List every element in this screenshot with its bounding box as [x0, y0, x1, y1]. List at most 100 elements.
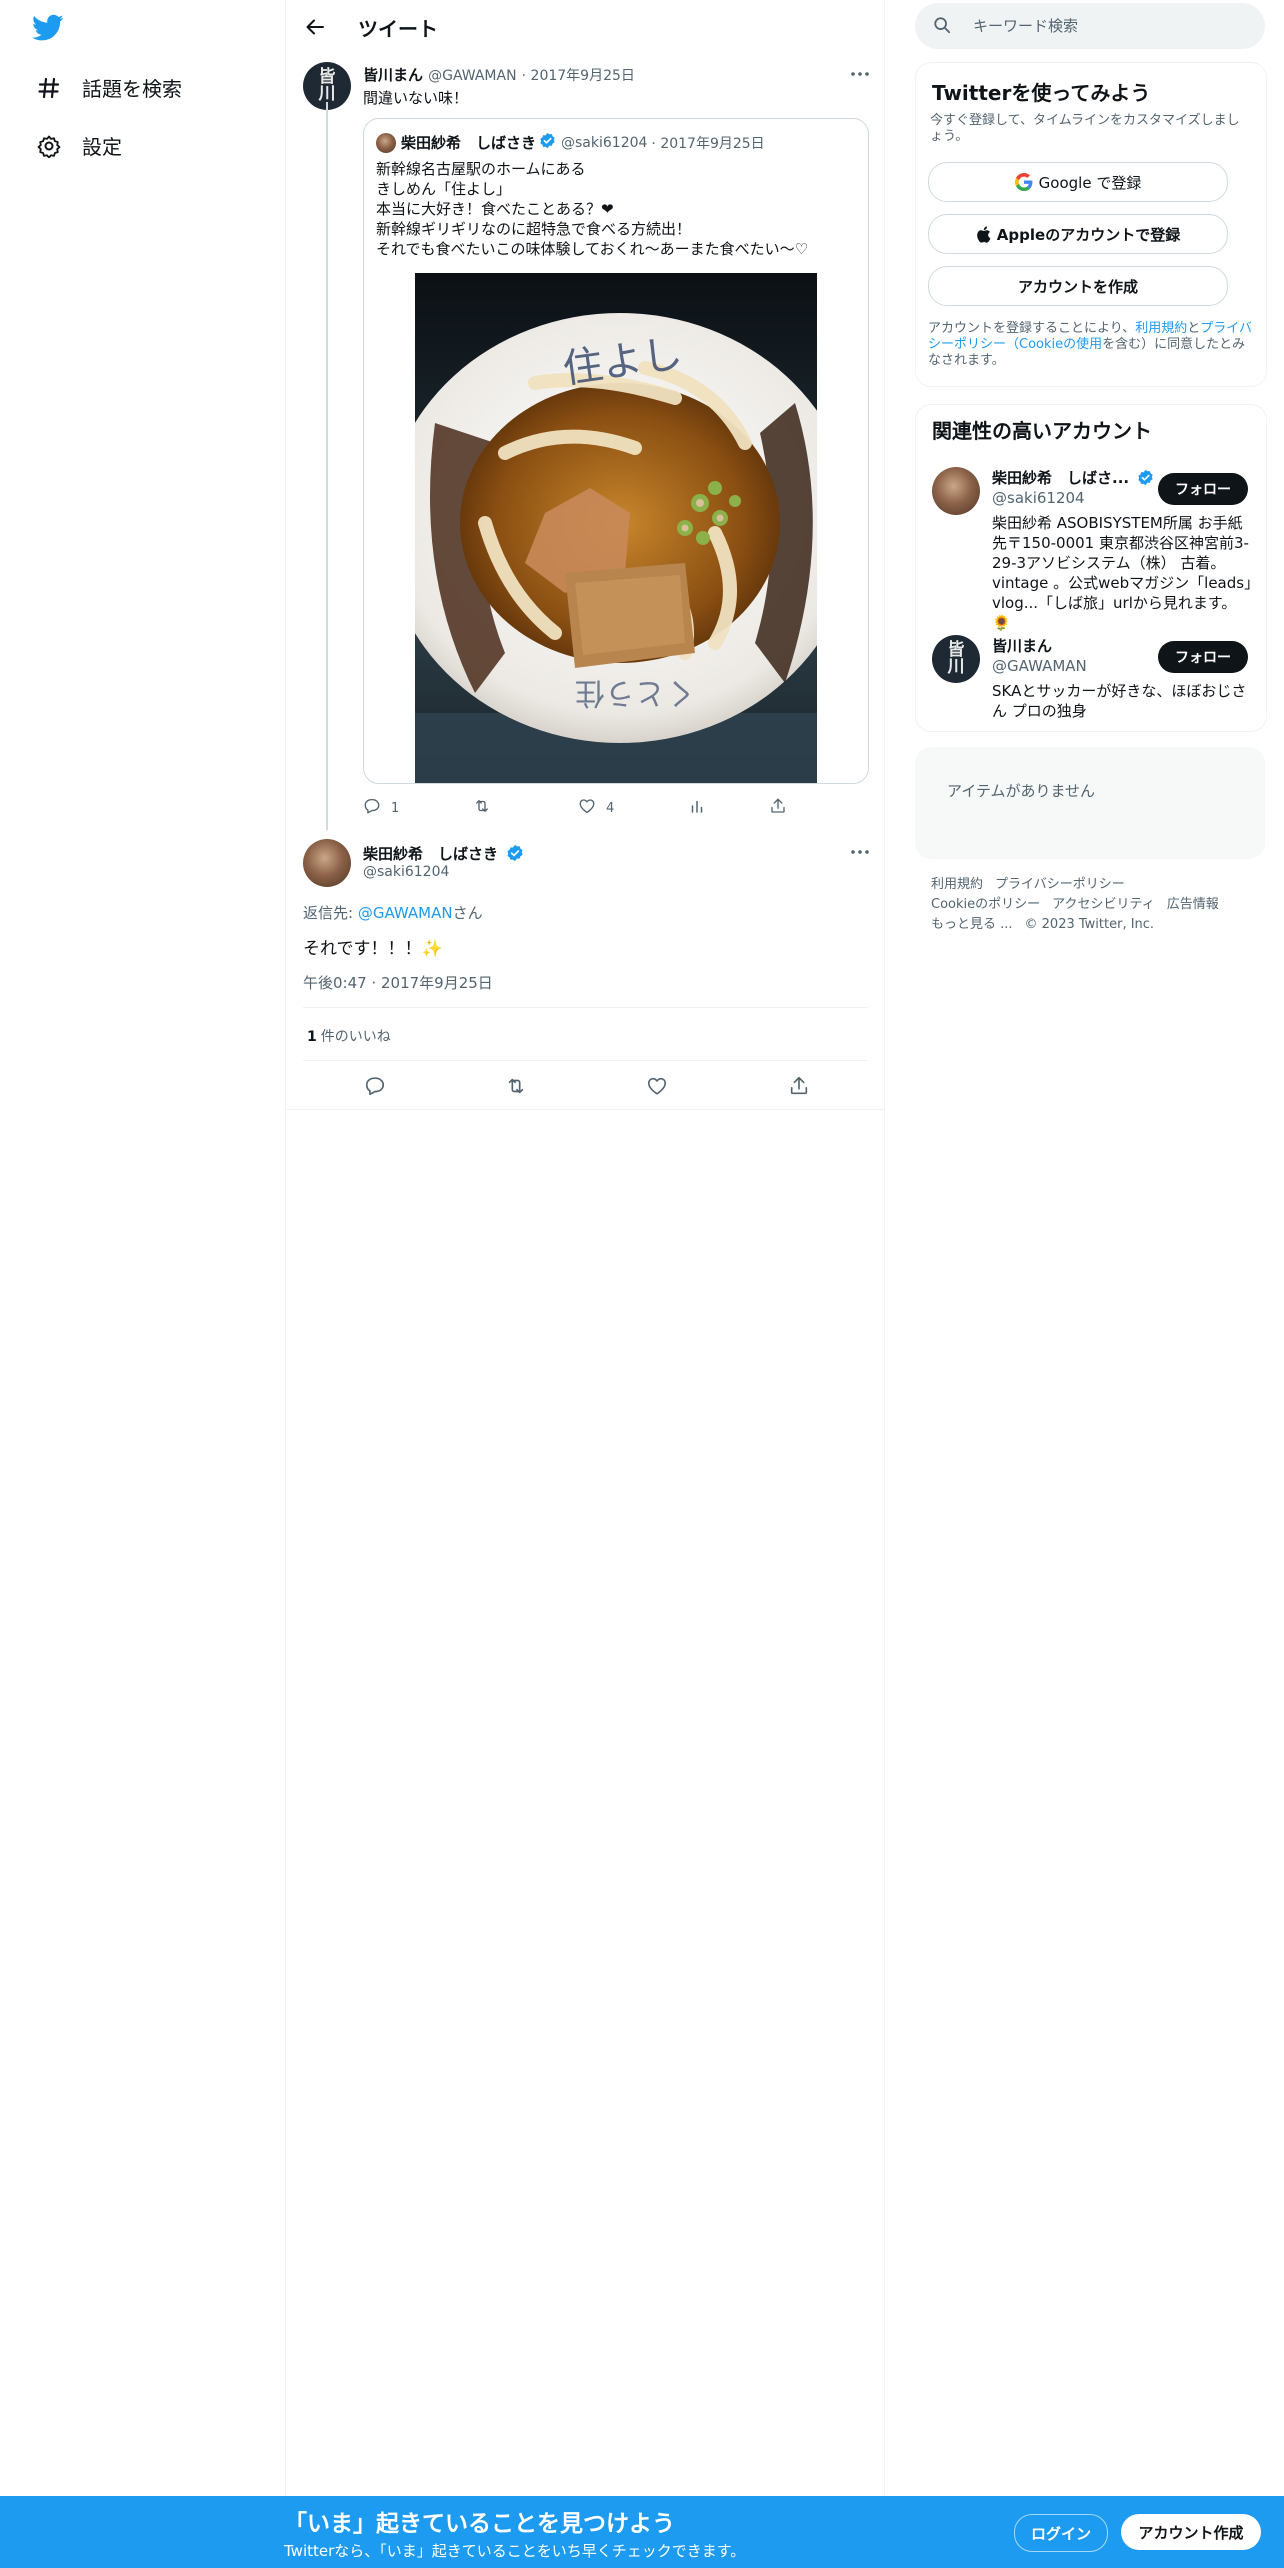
quoted-tweet-card[interactable]: 柴田紗希 しばさき @saki61204 · 2017年9月25日 新幹線名古屋… — [363, 118, 869, 784]
analytics-button[interactable] — [688, 797, 706, 819]
bottom-signup-bar: 「いま」起きていることを見つけよう Twitterなら、「いま」起きていることを… — [0, 2496, 1284, 2568]
back-arrow-icon[interactable] — [300, 12, 330, 42]
footer-link[interactable]: アクセシビリティ — [1052, 897, 1155, 912]
main-column: ツイート 皆 川 皆川まん @GAWAMAN · 2017年9月25日 間違いな… — [285, 0, 885, 2568]
reply-count: 1 — [391, 800, 400, 816]
google-signup-button[interactable]: Google で登録 — [928, 162, 1228, 202]
signup-legal-text: アカウントを登録することにより、利用規約とプライバシーポリシー（Cookieの使… — [928, 321, 1252, 369]
follow-button[interactable]: フォロー — [1158, 641, 1248, 673]
create-account-label: アカウントを作成 — [1017, 277, 1138, 296]
heart-icon — [578, 797, 596, 819]
quoted-tweet-line: きしめん「住よし」 — [376, 180, 512, 198]
heart-icon[interactable] — [641, 1070, 673, 1102]
divider — [303, 1060, 868, 1061]
follow-button[interactable]: フォロー — [1158, 473, 1248, 505]
focus-tweet-name-row: 柴田紗希 しばさき — [363, 843, 524, 866]
kishimen-noodle-photo[interactable]: 住よし くとう住 — [415, 273, 817, 783]
trends-empty-text: アイテムがありません — [947, 782, 1096, 800]
trends-card: アイテムがありません — [915, 747, 1265, 859]
reply-to-line: 返信先: @GAWAMANさん — [303, 902, 483, 923]
apple-signup-label: Appleのアカウントで登録 — [996, 225, 1181, 244]
focus-tweet-timestamp[interactable]: 午後0:47 · 2017年9月25日 — [303, 972, 493, 993]
related-user-bio: 柴田紗希 ASOBISYSTEM所属 お手紙先〒150-0001 東京都渋谷区神… — [992, 514, 1252, 632]
apple-signup-button[interactable]: Appleのアカウントで登録 — [928, 214, 1228, 254]
svg-text:くとう住: くとう住 — [575, 675, 695, 710]
quoted-tweet-avatar — [376, 132, 396, 153]
parent-tweet-handle[interactable]: @GAWAMAN — [428, 68, 516, 84]
create-account-button[interactable]: アカウントを作成 — [928, 266, 1228, 306]
like-button[interactable]: 4 — [578, 797, 614, 819]
reply-icon[interactable] — [359, 1070, 391, 1102]
gear-icon — [36, 133, 62, 159]
share-icon — [769, 797, 787, 819]
reply-to-suffix: さん — [452, 904, 483, 922]
bottom-bar-subtitle: Twitterなら、「いま」起きていることをいち早くチェックできます。 — [284, 2542, 746, 2560]
likes-summary[interactable]: 1 件のいいね — [307, 1026, 391, 1046]
divider — [303, 1007, 868, 1008]
legal-text: と — [1187, 321, 1201, 336]
quoted-tweet-line: 新幹線ギリギリなのに超特急で食べる方続出！ — [376, 220, 692, 238]
reply-button[interactable]: 1 — [363, 797, 399, 819]
signup-button[interactable]: アカウント作成 — [1121, 2514, 1261, 2550]
verified-badge-icon — [1137, 469, 1154, 490]
share-icon[interactable] — [783, 1070, 815, 1102]
nav-explore-label: 話題を検索 — [82, 77, 182, 101]
likes-count: 1 — [307, 1029, 317, 1045]
focus-tweet-text: それです！！！✨ — [303, 939, 443, 959]
footer-links: 利用規約 プライバシーポリシー Cookieのポリシー アクセシビリティ 広告情報 も… — [931, 875, 1251, 935]
page-title: ツイート — [358, 17, 438, 41]
footer-link[interactable]: プライバシーポリシー — [995, 877, 1125, 892]
related-user-name[interactable]: 柴田紗希 しばさ... — [992, 469, 1129, 487]
focus-tweet-name[interactable]: 柴田紗希 しばさき — [363, 845, 498, 863]
related-title: 関連性の高いアカウント — [932, 419, 1152, 443]
search-input[interactable] — [971, 16, 1255, 36]
parent-tweet-text: 間違いない味！ — [363, 89, 469, 107]
more-options-icon[interactable] — [849, 63, 871, 85]
login-button[interactable]: ログイン — [1014, 2514, 1108, 2552]
nav-settings-label: 設定 — [82, 135, 122, 159]
nav-explore[interactable]: 話題を検索 — [36, 73, 182, 102]
nav-settings[interactable]: 設定 — [36, 131, 122, 160]
likes-label: 件のいいね — [320, 1029, 391, 1045]
footer-link[interactable]: 利用規約 — [931, 877, 983, 892]
share-button[interactable] — [769, 797, 787, 819]
signup-card: Twitterを使ってみよう 今すぐ登録して、タイムラインをカスタマイズしましょ… — [915, 62, 1267, 387]
focus-tweet-actions — [303, 1070, 868, 1102]
parent-tweet-name[interactable]: 皆川まん — [363, 66, 423, 84]
parent-tweet-date[interactable]: · 2017年9月25日 — [522, 68, 635, 84]
google-signup-label: Google で登録 — [1038, 173, 1142, 192]
search-box[interactable] — [915, 3, 1265, 49]
page-header: ツイート — [286, 0, 884, 53]
retweet-icon[interactable] — [500, 1070, 532, 1102]
related-accounts-card: 関連性の高いアカウント 柴田紗希 しばさ... @saki61204 フォロー … — [915, 404, 1267, 732]
footer-link[interactable]: 広告情報 — [1167, 897, 1219, 912]
more-options-icon[interactable] — [849, 841, 871, 863]
related-user-name-row: 柴田紗希 しばさ... — [992, 467, 1154, 490]
related-user-avatar[interactable] — [932, 467, 980, 515]
terms-link[interactable]: 利用規約 — [1135, 321, 1187, 336]
signup-subtitle: 今すぐ登録して、タイムラインをカスタマイズしましょう。 — [930, 113, 1240, 144]
twitter-bird-icon[interactable] — [32, 14, 64, 46]
quoted-tweet-name: 柴田紗希 しばさき — [401, 134, 537, 152]
signup-title: Twitterを使ってみよう — [932, 81, 1151, 105]
focus-tweet-handle[interactable]: @saki61204 — [363, 864, 449, 880]
copyright: © 2023 Twitter, Inc. — [1024, 917, 1155, 932]
related-user-avatar[interactable]: 皆 川 — [932, 635, 980, 683]
quoted-tweet-date: · 2017年9月25日 — [651, 135, 765, 152]
footer-link[interactable]: Cookieのポリシー — [931, 897, 1040, 912]
left-navigation: 話題を検索 設定 — [0, 0, 285, 2568]
focus-tweet-avatar[interactable] — [303, 839, 351, 887]
reply-mention-link[interactable]: @GAWAMAN — [358, 904, 453, 922]
thread-line — [326, 102, 328, 830]
quoted-tweet-header: 柴田紗希 しばさき @saki61204 · 2017年9月25日 — [376, 132, 765, 153]
retweet-button[interactable] — [473, 797, 501, 819]
quoted-tweet-handle: @saki61204 — [561, 134, 648, 151]
reply-icon — [363, 797, 381, 819]
quoted-tweet-line: 本当に大好き！食べたことある？❤ — [376, 200, 614, 218]
footer-link[interactable]: もっと見る ... — [931, 917, 1013, 932]
quoted-tweet-line: それでも食べたいこの味体験しておくれ〜あーまた食べたい〜♡ — [376, 240, 809, 258]
bottom-bar-title: 「いま」起きていることを見つけよう — [284, 2511, 675, 2537]
related-user-handle: @saki61204 — [992, 489, 1085, 507]
related-user-name[interactable]: 皆川まん — [992, 635, 1052, 656]
verified-badge-icon — [506, 844, 524, 866]
